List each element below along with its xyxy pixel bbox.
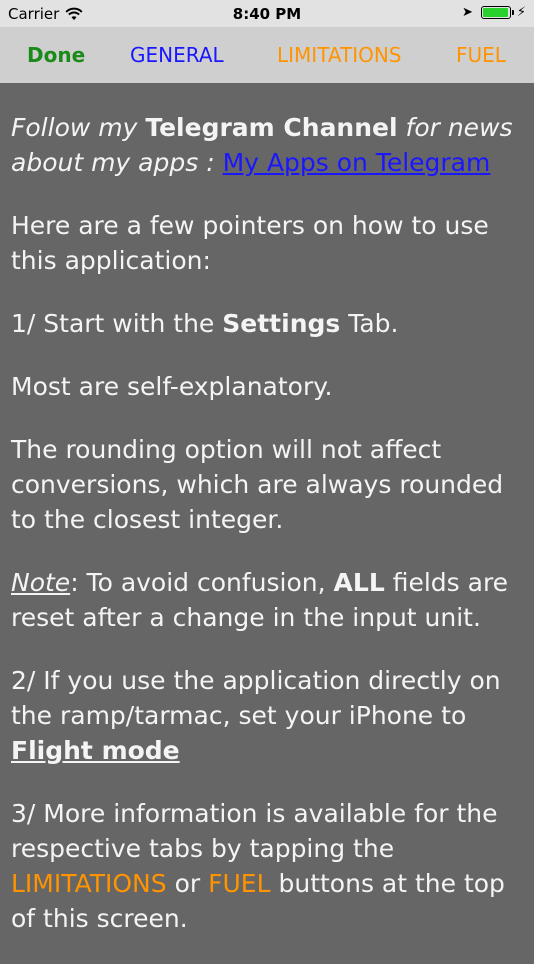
note-bold: ALL bbox=[333, 568, 385, 597]
status-time: 8:40 PM bbox=[232, 5, 302, 23]
settings-paragraph: 1/ Start with the Settings Tab. bbox=[11, 306, 526, 341]
flight-mode-paragraph: 2/ If you use the application directly o… bbox=[11, 663, 526, 768]
intro-paragraph: Here are a few pointers on how to use th… bbox=[11, 211, 489, 275]
settings-pre: 1/ Start with the bbox=[11, 309, 215, 338]
note-paragraph: Note: To avoid confusion, ALL fields are… bbox=[11, 565, 526, 635]
flight-mode-pre: 2/ If you use the application directly o… bbox=[11, 666, 501, 730]
note-label: Note bbox=[11, 568, 71, 597]
limitations-button[interactable]: LIMITATIONS bbox=[277, 43, 402, 67]
fuel-button[interactable]: FUEL bbox=[456, 43, 506, 67]
top-toolbar: Done GENERAL LIMITATIONS FUEL bbox=[0, 27, 534, 83]
charging-bolt-icon: ⚡ bbox=[516, 5, 526, 20]
self-explanatory-paragraph: Most are self-explanatory. bbox=[11, 372, 333, 401]
status-bar: Carrier 8:40 PM ➤ ⚡ bbox=[0, 0, 534, 27]
flight-mode-label: Flight mode bbox=[11, 736, 180, 765]
more-info-paragraph: 3/ More information is available for the… bbox=[11, 796, 526, 936]
rounding-paragraph: The rounding option will not affect conv… bbox=[11, 435, 504, 534]
or-text: or bbox=[174, 869, 201, 898]
telegram-link[interactable]: My Apps on Telegram bbox=[223, 148, 491, 177]
more-info-pre: 3/ More information is available for the… bbox=[11, 799, 498, 863]
settings-bold: Settings bbox=[222, 309, 341, 338]
general-button[interactable]: GENERAL bbox=[130, 43, 224, 67]
settings-post: Tab. bbox=[348, 309, 399, 338]
status-right: ➤ ⚡ bbox=[462, 5, 526, 20]
follow-text: Follow my bbox=[11, 113, 138, 142]
limitations-inline: LIMITATIONS bbox=[11, 869, 167, 898]
help-content: Follow my Telegram Channel for news abou… bbox=[11, 110, 526, 964]
location-arrow-icon: ➤ bbox=[461, 5, 473, 20]
telegram-paragraph: Follow my Telegram Channel for news abou… bbox=[11, 110, 526, 180]
fuel-inline: FUEL bbox=[208, 869, 271, 898]
telegram-channel-text: Telegram Channel bbox=[145, 113, 398, 142]
battery-icon bbox=[480, 6, 514, 19]
done-button[interactable]: Done bbox=[27, 43, 85, 67]
note-pre: : To avoid confusion, bbox=[70, 568, 326, 597]
